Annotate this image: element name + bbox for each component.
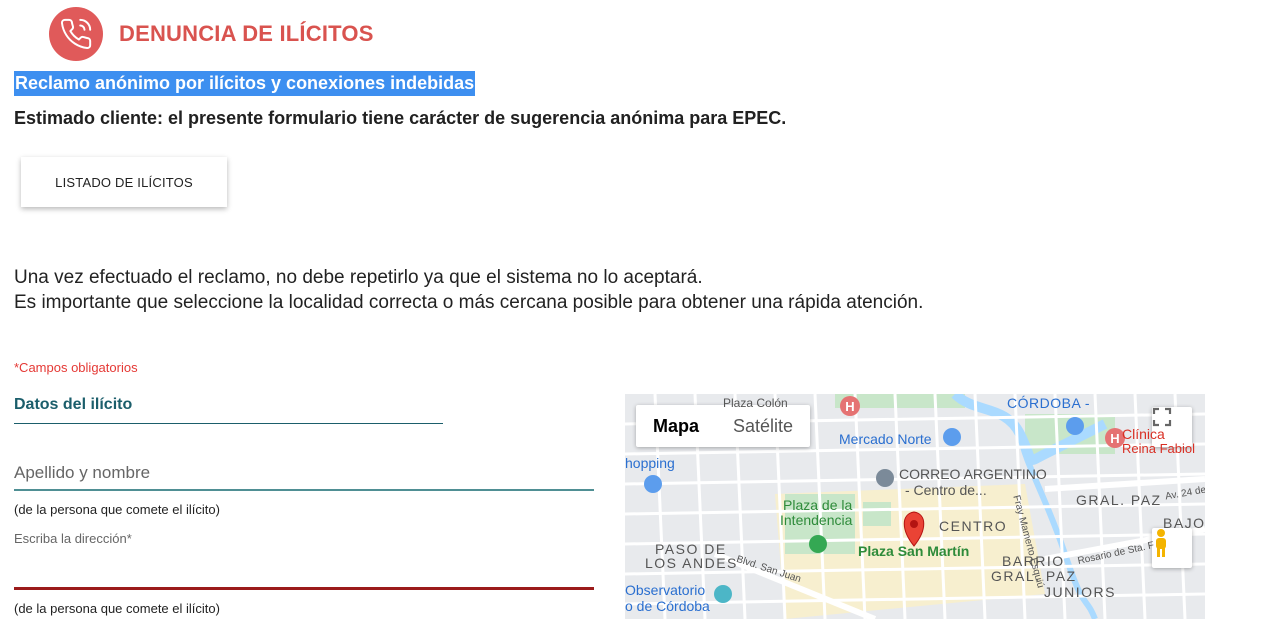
map-label: Plaza Colón	[723, 396, 788, 410]
map-label: LOS ANDES	[645, 555, 738, 571]
map-label: o de Córdoba	[625, 598, 710, 614]
name-input[interactable]	[14, 458, 594, 488]
address-field-wrapper	[14, 552, 594, 590]
required-note: *Campos obligatorios	[14, 360, 138, 375]
map-label: Observatorio	[625, 582, 706, 598]
section-title: Datos del ilícito	[14, 396, 443, 424]
map-type-map-button[interactable]: Mapa	[636, 405, 716, 447]
map-label: BARRIO	[1002, 553, 1065, 569]
name-field-wrapper	[14, 458, 594, 491]
map-label: Reina Fabiol	[1122, 441, 1195, 456]
address-hint: (de la persona que comete el ilícito)	[14, 601, 220, 616]
page-subtitle: Reclamo anónimo por ilícitos y conexione…	[14, 71, 476, 96]
map-label: Plaza San Martín	[858, 543, 970, 559]
street-view-pegman-icon[interactable]	[1152, 528, 1192, 568]
svg-text:H: H	[845, 399, 854, 414]
map-label: Plaza de la	[783, 497, 853, 513]
intro-text: Estimado cliente: el presente formulario…	[14, 108, 787, 128]
map-type-satellite-button[interactable]: Satélite	[716, 405, 810, 447]
list-illicit-button[interactable]: LISTADO DE ILÍCITOS	[21, 157, 227, 207]
address-label: Escriba la dirección*	[14, 531, 132, 546]
svg-text:H: H	[1110, 431, 1119, 446]
map-label: CENTRO	[939, 518, 1008, 534]
phone-icon	[49, 7, 103, 61]
map-label: GRAL. PAZ	[991, 568, 1077, 584]
map-label: hopping	[625, 455, 675, 471]
map-label: JUNIORS	[1044, 584, 1116, 600]
map-label: Intendencia	[780, 512, 853, 528]
page-title: DENUNCIA DE ILÍCITOS	[119, 21, 374, 46]
info-line-2: Es importante que seleccione la localida…	[14, 292, 924, 313]
info-text: Una vez efectuado el reclamo, no debe re…	[14, 265, 923, 315]
page-header: DENUNCIA DE ILÍCITOS	[49, 7, 374, 61]
map-label: GRAL. PAZ	[1076, 492, 1162, 508]
map-label: Clínica	[1122, 426, 1165, 442]
map-type-control: Mapa Satélite	[636, 405, 811, 447]
map-label: - Centro de...	[905, 482, 987, 498]
name-hint: (de la persona que comete el ilícito)	[14, 502, 220, 517]
map-label: CORREO ARGENTINO	[899, 466, 1047, 482]
info-line-1: Una vez efectuado el reclamo, no debe re…	[14, 267, 703, 288]
map-label: CÓRDOBA -	[1007, 395, 1091, 411]
map-label: BAJO G	[1163, 515, 1205, 531]
map-label: Mercado Norte	[839, 431, 932, 447]
map[interactable]: H H Mapa Satélite Plaza Colón CÓRDOBA - …	[625, 394, 1205, 619]
address-input[interactable]	[14, 552, 594, 586]
